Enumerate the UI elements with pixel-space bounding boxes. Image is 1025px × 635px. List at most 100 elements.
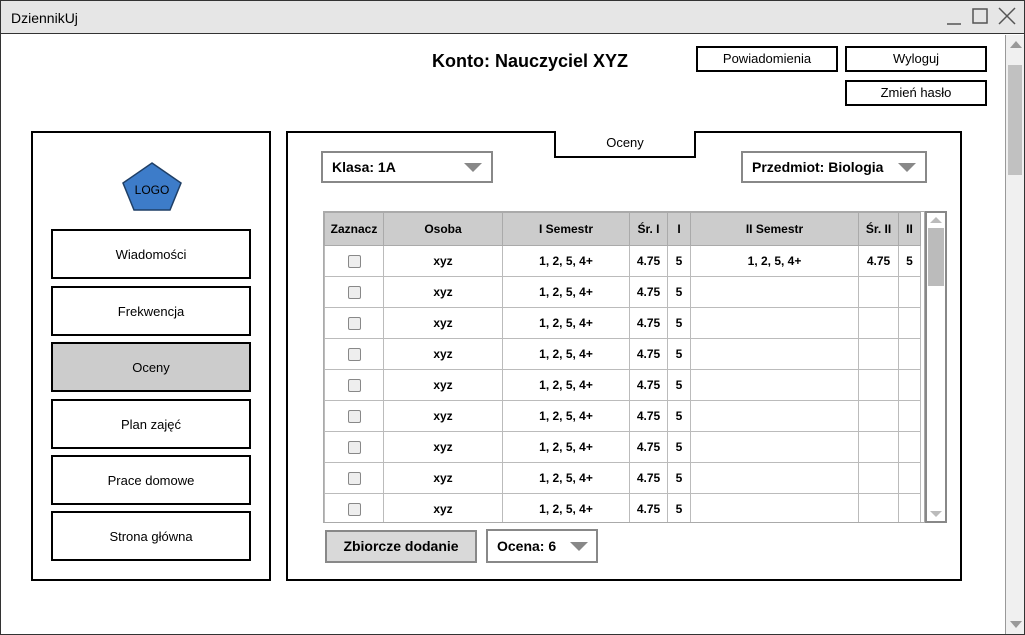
table-cell: 4.75 <box>629 338 668 370</box>
class-select[interactable]: Klasa: 1A <box>321 151 493 183</box>
table-row: xyz 1, 2, 5, 4+ 4.75 5 <box>324 462 921 494</box>
scrollbar-thumb[interactable] <box>928 228 944 286</box>
scroll-down-icon[interactable] <box>930 511 942 517</box>
table-cell <box>858 462 899 494</box>
close-icon[interactable] <box>996 5 1018 27</box>
table-cell: 5 <box>667 245 691 277</box>
scroll-down-icon[interactable] <box>1010 621 1022 628</box>
table-cell: 4.75 <box>629 245 668 277</box>
row-checkbox[interactable] <box>347 503 361 517</box>
grades-table-container: Zaznacz Osoba I Semestr Śr. I I II Semes… <box>323 211 925 523</box>
table-cell <box>858 400 899 432</box>
row-checkbox[interactable] <box>347 472 361 486</box>
logo-text: LOGO <box>135 183 170 197</box>
row-checkbox[interactable] <box>347 410 361 424</box>
column-header: I <box>667 212 691 246</box>
select-cell[interactable] <box>324 400 384 432</box>
table-cell: 1, 2, 5, 4+ <box>502 307 630 339</box>
table-cell: xyz <box>383 400 503 432</box>
sidebar-item-strona-glowna[interactable]: Strona główna <box>51 511 251 561</box>
select-cell[interactable] <box>324 431 384 463</box>
table-cell: 1, 2, 5, 4+ <box>502 462 630 494</box>
select-cell[interactable] <box>324 276 384 308</box>
table-cell <box>858 307 899 339</box>
logout-button[interactable]: Wyloguj <box>845 46 987 72</box>
table-cell <box>690 338 859 370</box>
sidebar-item-frekwencja[interactable]: Frekwencja <box>51 286 251 336</box>
column-header: II <box>898 212 921 246</box>
sidebar-item-prace-domowe[interactable]: Prace domowe <box>51 455 251 505</box>
select-cell[interactable] <box>324 307 384 339</box>
table-cell <box>690 400 859 432</box>
table-cell <box>858 338 899 370</box>
table-cell <box>898 276 921 308</box>
sidebar-item-label: Oceny <box>132 359 170 375</box>
column-header: Osoba <box>383 212 503 246</box>
sidebar-item-wiadomosci[interactable]: Wiadomości <box>51 229 251 279</box>
table-cell: 5 <box>667 307 691 339</box>
scroll-up-icon[interactable] <box>1010 41 1022 48</box>
grade-select[interactable]: Ocena: 6 <box>486 529 598 563</box>
row-checkbox[interactable] <box>347 317 361 331</box>
panel-tab-label: Oceny <box>554 131 696 158</box>
table-row: xyz 1, 2, 5, 4+ 4.75 5 <box>324 493 921 522</box>
table-cell <box>690 493 859 522</box>
title-bar: DziennikUj <box>1 1 1024 34</box>
select-cell[interactable] <box>324 369 384 401</box>
notifications-button[interactable]: Powiadomienia <box>696 46 838 72</box>
table-cell: 4.75 <box>629 276 668 308</box>
table-cell <box>898 462 921 494</box>
table-cell: 5 <box>667 462 691 494</box>
select-cell[interactable] <box>324 462 384 494</box>
sidebar-item-label: Plan zajęć <box>121 416 181 432</box>
table-cell <box>858 369 899 401</box>
table-cell: xyz <box>383 431 503 463</box>
row-checkbox[interactable] <box>347 286 361 300</box>
column-header: II Semestr <box>690 212 859 246</box>
table-cell: 5 <box>667 431 691 463</box>
maximize-icon[interactable] <box>969 5 991 27</box>
bulk-add-button[interactable]: Zbiorcze dodanie <box>325 530 477 563</box>
app-window: DziennikUj Konto: Nauczyciel XYZ Powiado… <box>0 0 1025 635</box>
window-scrollbar[interactable] <box>1005 35 1024 634</box>
row-checkbox[interactable] <box>347 379 361 393</box>
table-cell: xyz <box>383 338 503 370</box>
table-scrollbar[interactable] <box>925 211 947 523</box>
table-cell <box>858 276 899 308</box>
account-title: Konto: Nauczyciel XYZ <box>432 51 629 71</box>
scrollbar-thumb[interactable] <box>1008 65 1022 175</box>
table-cell: xyz <box>383 369 503 401</box>
table-cell: 4.75 <box>629 369 668 401</box>
table-cell: 5 <box>667 338 691 370</box>
table-cell <box>690 307 859 339</box>
select-cell[interactable] <box>324 493 384 522</box>
row-checkbox[interactable] <box>347 348 361 362</box>
column-header: Zaznacz <box>324 212 384 246</box>
sidebar-item-label: Frekwencja <box>117 303 185 319</box>
change-password-button[interactable]: Zmień hasło <box>845 80 987 106</box>
table-cell <box>858 431 899 463</box>
select-cell[interactable] <box>324 338 384 370</box>
select-cell[interactable] <box>324 245 384 277</box>
table-cell: 4.75 <box>858 245 899 277</box>
table-cell: 4.75 <box>629 307 668 339</box>
table-cell: 1, 2, 5, 4+ <box>502 245 630 277</box>
subject-select-value: Przedmiot: Biologia <box>752 159 884 175</box>
sidebar: LOGO Wiadomości Frekwencja Oceny Plan za… <box>31 131 271 581</box>
sidebar-item-plan-zajec[interactable]: Plan zajęć <box>51 399 251 449</box>
sidebar-item-label: Prace domowe <box>107 472 195 488</box>
table-cell <box>690 431 859 463</box>
minimize-icon[interactable] <box>943 5 965 27</box>
table-cell: 4.75 <box>629 431 668 463</box>
column-header: Śr. II <box>858 212 899 246</box>
sidebar-item-oceny[interactable]: Oceny <box>51 342 251 392</box>
row-checkbox[interactable] <box>347 441 361 455</box>
table-cell: 4.75 <box>629 493 668 522</box>
row-checkbox[interactable] <box>347 255 361 269</box>
subject-select[interactable]: Przedmiot: Biologia <box>741 151 927 183</box>
column-header: Śr. I <box>629 212 668 246</box>
scroll-up-icon[interactable] <box>930 217 942 223</box>
table-row: xyz 1, 2, 5, 4+ 4.75 5 <box>324 400 921 432</box>
table-cell: 1, 2, 5, 4+ <box>502 369 630 401</box>
sidebar-item-label: Wiadomości <box>115 246 187 262</box>
